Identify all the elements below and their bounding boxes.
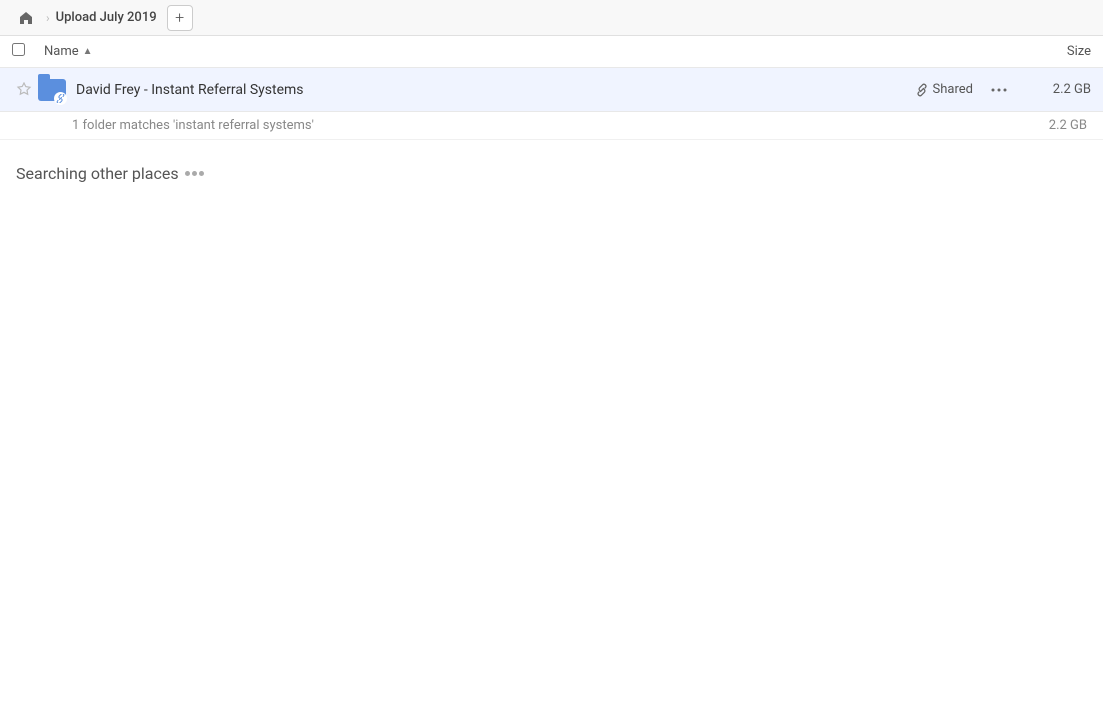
loading-indicator — [185, 171, 204, 176]
breadcrumb-bar: › Upload July 2019 + — [0, 0, 1103, 36]
star-icon — [16, 82, 32, 98]
folder-icon — [36, 74, 68, 106]
more-options-button[interactable] — [985, 76, 1013, 104]
more-icon — [991, 88, 1007, 92]
breadcrumb-label: Upload July 2019 — [56, 10, 157, 25]
home-icon — [18, 10, 34, 26]
folder-link-overlay-icon — [54, 92, 67, 105]
select-all-checkbox[interactable] — [12, 43, 36, 60]
breadcrumb-separator: › — [46, 11, 50, 25]
file-list-row[interactable]: David Frey - Instant Referral Systems Sh… — [0, 68, 1103, 112]
searching-section: Searching other places — [0, 140, 1103, 207]
star-button[interactable] — [12, 78, 36, 102]
column-header: Name ▲ Size — [0, 36, 1103, 68]
checkbox-input[interactable] — [12, 43, 25, 56]
file-name: David Frey - Instant Referral Systems — [76, 82, 915, 98]
file-size: 2.2 GB — [1021, 82, 1091, 97]
shared-status: Shared — [915, 82, 973, 97]
searching-title-text: Searching other places — [16, 164, 179, 183]
dot-1 — [185, 171, 190, 176]
add-button[interactable]: + — [167, 5, 193, 31]
match-info-row: 1 folder matches 'instant referral syste… — [0, 112, 1103, 140]
match-size: 2.2 GB — [1049, 118, 1087, 133]
name-column-header[interactable]: Name ▲ — [44, 44, 1011, 59]
match-text: 1 folder matches 'instant referral syste… — [72, 118, 314, 133]
link-icon — [915, 83, 929, 97]
dot-3 — [199, 171, 204, 176]
dot-2 — [192, 171, 197, 176]
home-button[interactable] — [12, 4, 40, 32]
searching-title: Searching other places — [16, 164, 1087, 183]
sort-indicator: ▲ — [83, 46, 93, 57]
shared-label-text: Shared — [933, 82, 973, 97]
size-column-header[interactable]: Size — [1011, 44, 1091, 59]
name-label: Name — [44, 44, 79, 59]
